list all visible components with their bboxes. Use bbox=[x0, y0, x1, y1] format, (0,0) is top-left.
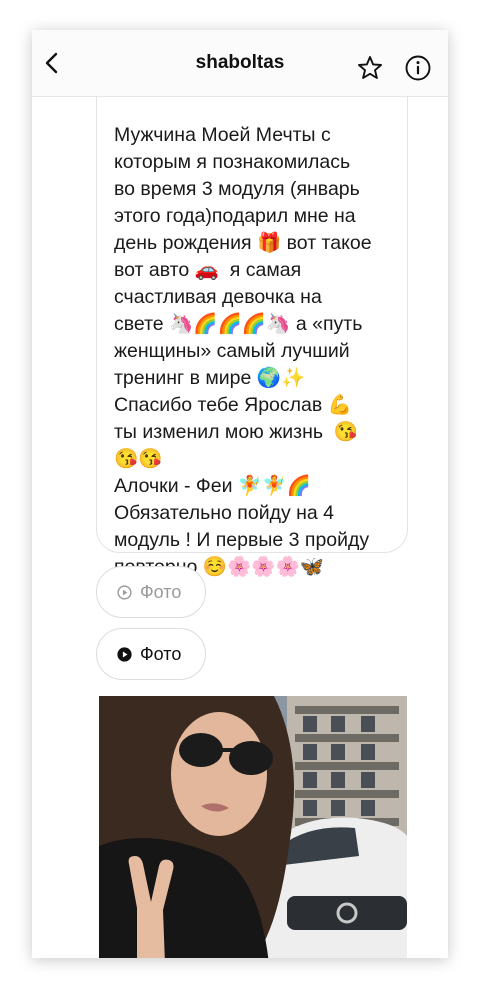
message-text: Мужчина Моей Мечты с которым я познакоми… bbox=[114, 124, 372, 578]
message-thread[interactable]: Мужчина Моей Мечты с которым я познакоми… bbox=[32, 96, 448, 958]
info-icon bbox=[405, 55, 431, 81]
photo-image bbox=[99, 696, 407, 958]
photo-attachment-button[interactable]: Фото bbox=[96, 628, 206, 680]
play-circle-filled-icon bbox=[117, 646, 132, 662]
photo-attachment-button[interactable]: Фото bbox=[96, 566, 206, 618]
shared-photo[interactable] bbox=[99, 696, 407, 958]
star-icon bbox=[358, 56, 382, 79]
play-circle-outline-icon bbox=[117, 584, 132, 600]
favorite-button[interactable] bbox=[357, 55, 383, 81]
phone-screen: shaboltas Мужчина Моей Мечты с которым я… bbox=[32, 30, 448, 958]
chat-title: shaboltas bbox=[195, 52, 285, 73]
photo-label: Фото bbox=[140, 581, 182, 602]
photo-label: Фото bbox=[140, 643, 182, 664]
chat-header: shaboltas bbox=[32, 30, 448, 97]
info-button[interactable] bbox=[404, 54, 432, 82]
